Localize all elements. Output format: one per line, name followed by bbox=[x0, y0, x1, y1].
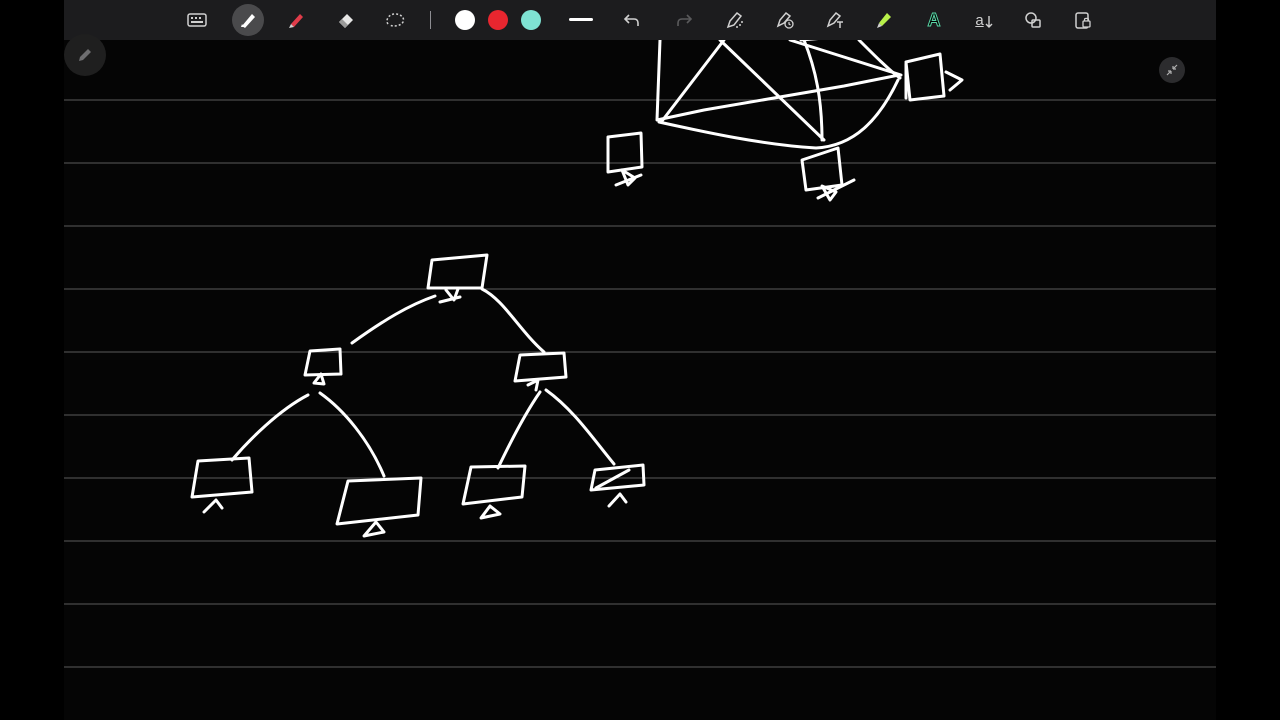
shapes-button[interactable] bbox=[1019, 6, 1047, 34]
ink-drawing bbox=[190, 36, 964, 538]
timed-pen-button[interactable] bbox=[771, 6, 799, 34]
eraser-icon bbox=[339, 14, 353, 28]
marker-button[interactable] bbox=[870, 6, 898, 34]
toolbar: A a bbox=[64, 0, 1216, 40]
highlighter-tool-button[interactable] bbox=[282, 6, 310, 34]
shapes-icon bbox=[1025, 12, 1041, 28]
redo-icon bbox=[677, 14, 693, 26]
color-swatch-red[interactable] bbox=[488, 10, 508, 30]
marker-icon bbox=[877, 13, 891, 28]
undo-button[interactable] bbox=[618, 6, 646, 34]
keyboard-icon bbox=[187, 13, 207, 27]
redo-button[interactable] bbox=[670, 6, 698, 34]
collapse-button[interactable] bbox=[1159, 57, 1185, 83]
stroke-width-button[interactable] bbox=[567, 6, 595, 34]
left-letterbox bbox=[0, 0, 64, 720]
highlighter-icon bbox=[289, 14, 303, 28]
tree-network-sketch bbox=[190, 253, 646, 538]
timed-pen-icon bbox=[776, 11, 794, 29]
right-letterbox bbox=[1216, 0, 1280, 720]
collapse-icon bbox=[1166, 64, 1178, 76]
lock-button[interactable] bbox=[1069, 6, 1097, 34]
undo-icon bbox=[623, 14, 639, 26]
lock-icon bbox=[1075, 12, 1091, 29]
drawing-canvas[interactable] bbox=[64, 0, 1216, 720]
app-window: A a bbox=[0, 0, 1280, 720]
eraser-tool-button[interactable] bbox=[332, 6, 360, 34]
pen-icon bbox=[241, 14, 255, 28]
ai-pen-button[interactable]: A bbox=[920, 6, 948, 34]
pencil-icon bbox=[79, 49, 91, 61]
toolbar-separator bbox=[430, 11, 431, 29]
mesh-network-sketch bbox=[606, 36, 964, 202]
color-swatch-teal[interactable] bbox=[521, 10, 541, 30]
pen-tool-button[interactable] bbox=[232, 4, 264, 36]
floating-pen-button[interactable] bbox=[64, 34, 106, 76]
ai-pen-icon: A bbox=[927, 9, 941, 30]
magic-pen-button[interactable] bbox=[721, 6, 749, 34]
text-tool-button[interactable]: a bbox=[970, 6, 998, 34]
lasso-icon bbox=[386, 13, 405, 27]
magic-pen-icon bbox=[726, 11, 743, 29]
text-pen-button[interactable] bbox=[821, 6, 849, 34]
text-icon: a bbox=[975, 12, 993, 29]
keyboard-tool-button[interactable] bbox=[183, 6, 211, 34]
stroke-width-icon bbox=[569, 18, 593, 21]
text-pen-icon bbox=[826, 11, 843, 28]
lasso-tool-button[interactable] bbox=[381, 6, 409, 34]
color-swatch-white[interactable] bbox=[455, 10, 475, 30]
